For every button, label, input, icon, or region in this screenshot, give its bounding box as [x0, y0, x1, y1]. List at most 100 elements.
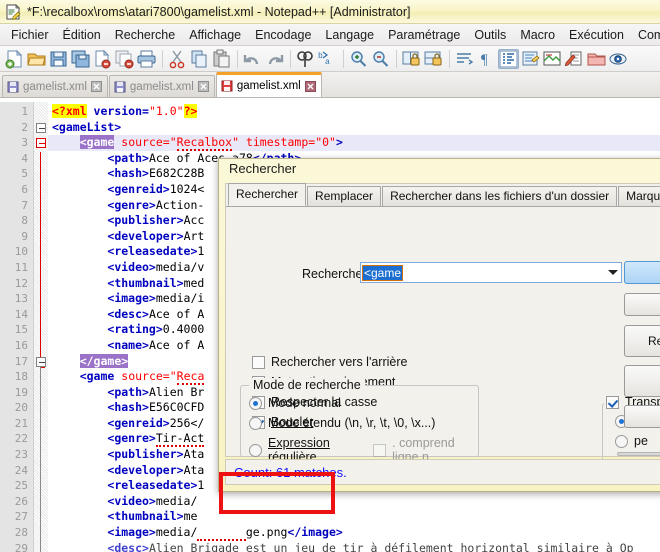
radio-mode-extended[interactable] [249, 416, 262, 430]
close-file-icon[interactable] [92, 49, 113, 69]
fold-margin[interactable] [34, 102, 48, 552]
find-dialog-content: Recherche : <game Rechercher vers l'arri… [226, 207, 660, 469]
line-number: 20 [14, 401, 28, 415]
search-input-value: <game [361, 264, 404, 281]
fold-toggle-game-2[interactable] [36, 357, 46, 367]
checkbox-search-backwards[interactable] [252, 355, 265, 369]
checkbox-transparency[interactable] [606, 395, 619, 409]
menu-item-edition[interactable]: Édition [56, 26, 108, 44]
code-line-1: <?xml version="1.0"?> [52, 104, 198, 118]
close-dialog-button[interactable] [624, 405, 660, 428]
menu-item-recherche[interactable]: Recherche [108, 26, 182, 44]
checkbox-dot-matches-newline [373, 443, 387, 457]
line-number: 1 [21, 105, 28, 118]
document-tab-label: gamelist.xml [236, 80, 301, 92]
modified-disk-icon [221, 80, 233, 92]
line-number: 2 [21, 120, 28, 134]
menu-item-fichier[interactable]: Fichier [4, 26, 56, 44]
sync-vertical-icon[interactable] [401, 49, 422, 69]
title-bar: *F:\recalbox\roms\atari7800\gamelist.xml… [0, 0, 660, 24]
tab-rechercher[interactable]: Rechercher [228, 183, 307, 206]
count-button[interactable] [624, 293, 660, 316]
function-list-icon[interactable] [564, 49, 585, 69]
menu-item-complements[interactable]: Complér [631, 26, 660, 44]
toolbar-separator [290, 49, 291, 68]
radio-mode-extended-row[interactable]: Mode étendu (\n, \r, \t, \0, \x...) [249, 416, 435, 430]
option-search-backwards[interactable]: Rechercher vers l'arrière [252, 355, 407, 369]
zoom-in-icon[interactable] [348, 49, 369, 69]
word-wrap-icon[interactable] [454, 49, 475, 69]
line-number: 9 [21, 229, 28, 243]
cut-icon[interactable] [167, 49, 188, 69]
open-file-icon[interactable] [26, 49, 47, 69]
document-tab-1[interactable]: gamelist.xml [2, 75, 108, 97]
line-number: 12 [14, 276, 28, 290]
find-all-in-all-documents-button[interactable]: Rech d [624, 325, 660, 357]
radio-transparency-always[interactable] [615, 434, 628, 448]
menu-item-macro[interactable]: Macro [513, 26, 562, 44]
line-number: 26 [14, 494, 28, 508]
fold-toggle-gamelist[interactable] [36, 122, 46, 133]
search-input[interactable]: <game [360, 262, 622, 283]
line-number: 5 [21, 167, 28, 181]
redo-icon[interactable] [264, 49, 285, 69]
line-number: 19 [14, 385, 28, 399]
undo-icon[interactable] [242, 49, 263, 69]
radio-label: Mode étendu (\n, \r, \t, \0, \x...) [268, 416, 436, 430]
copy-icon[interactable] [189, 49, 210, 69]
code-line-29: <desc>Alien Brigade est un jeu de tir à … [107, 540, 634, 552]
fold-toggle-game-1[interactable] [36, 138, 46, 149]
menu-item-affichage[interactable]: Affichage [182, 26, 248, 44]
radio-mode-regex[interactable] [249, 443, 262, 457]
folder-as-workspace-icon[interactable] [586, 49, 607, 69]
toolbar-separator [449, 49, 450, 68]
line-number: 8 [21, 214, 28, 228]
find-dialog[interactable]: Rechercher Rechercher Remplacer Recherch… [218, 158, 660, 492]
close-icon[interactable] [90, 81, 102, 92]
show-all-characters-icon[interactable]: ¶ [476, 49, 497, 69]
saved-disk-icon [114, 81, 126, 93]
menu-item-langage[interactable]: Langage [318, 26, 381, 44]
line-number: 16 [14, 338, 28, 352]
chevron-down-icon[interactable] [608, 270, 618, 275]
monitoring-icon[interactable] [608, 49, 629, 69]
paste-icon[interactable] [211, 49, 232, 69]
radio-mode-normal-row[interactable]: Mode normal [249, 396, 341, 410]
new-file-icon[interactable] [4, 49, 25, 69]
transparency-slider[interactable] [617, 452, 660, 456]
radio-mode-normal[interactable] [249, 396, 262, 410]
close-icon[interactable] [197, 81, 209, 92]
find-all-in-current-document-button[interactable]: R [624, 365, 660, 397]
find-next-button[interactable] [624, 261, 660, 284]
replace-icon[interactable]: ba [317, 49, 338, 69]
user-language-icon[interactable] [520, 49, 541, 69]
menu-item-outils[interactable]: Outils [467, 26, 513, 44]
tab-rechercher-dossier[interactable]: Rechercher dans les fichiers d'un dossie… [382, 186, 618, 206]
save-icon[interactable] [48, 49, 69, 69]
radio-label: Mode normal [268, 396, 341, 410]
indent-guide-icon[interactable] [498, 48, 519, 69]
find-icon[interactable] [295, 49, 316, 69]
radio-transparency-always-row[interactable]: pe [615, 434, 648, 448]
line-number: 25 [14, 479, 28, 493]
find-dialog-title: Rechercher [229, 161, 297, 176]
svg-text:b: b [318, 52, 323, 61]
menu-item-execution[interactable]: Exécution [562, 26, 631, 44]
code-line-28: <image>media/ ge.png</image> [107, 525, 343, 542]
tab-remplacer[interactable]: Remplacer [307, 186, 382, 206]
document-tab-2[interactable]: gamelist.xml [108, 75, 215, 97]
close-icon[interactable] [304, 80, 316, 92]
print-icon[interactable] [136, 49, 157, 69]
close-all-icon[interactable] [114, 49, 135, 69]
menu-item-parametrage[interactable]: Paramétrage [381, 26, 467, 44]
line-number: 29 [14, 541, 28, 552]
save-all-icon[interactable] [70, 49, 91, 69]
toolbar-separator [237, 49, 238, 68]
line-number: 13 [14, 292, 28, 306]
document-tab-3-active[interactable]: gamelist.xml [215, 72, 322, 97]
tab-marquer[interactable]: Marquer [618, 186, 660, 206]
sync-horizontal-icon[interactable] [423, 49, 444, 69]
menu-item-encodage[interactable]: Encodage [248, 26, 318, 44]
document-map-icon[interactable] [542, 49, 563, 69]
zoom-out-icon[interactable] [370, 49, 391, 69]
